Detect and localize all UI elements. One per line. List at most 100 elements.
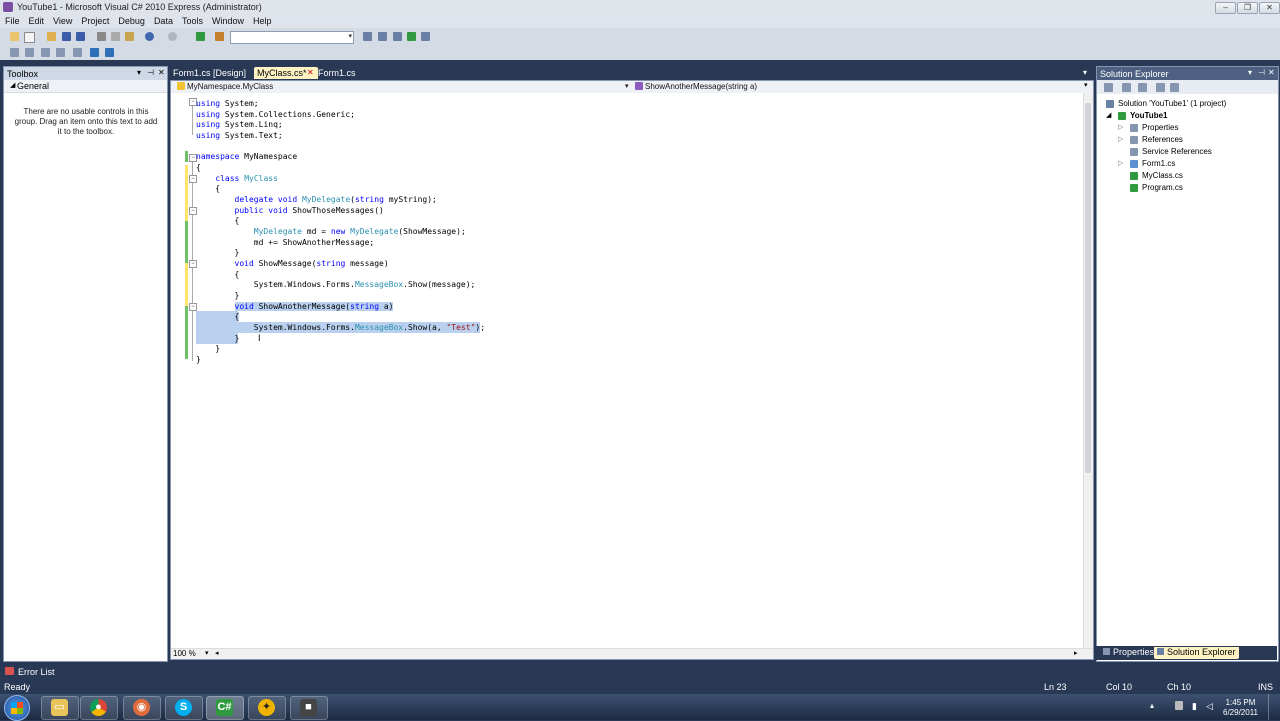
tab-form1-design[interactable]: Form1.cs [Design] [170,67,249,79]
object-browser-icon[interactable] [393,32,402,41]
media-icon: ◉ [133,699,150,716]
properties-icon[interactable] [378,32,387,41]
start-button[interactable] [4,695,30,721]
expand-triangle-icon[interactable]: ▷ [1118,135,1123,143]
tab-overflow-icon[interactable]: ▾ [1083,68,1087,77]
show-hidden-icons-icon[interactable]: ▴ [1150,701,1154,710]
copy-icon[interactable] [111,32,120,41]
close-button[interactable]: ✕ [1259,2,1280,14]
member-dropdown[interactable]: ShowAnotherMessage(string a) [635,82,1083,92]
outdent-icon[interactable] [10,48,19,57]
show-desktop-button[interactable] [1268,694,1280,720]
tab-properties[interactable]: Properties [1100,647,1157,659]
undo-icon[interactable] [145,32,154,41]
tab-form1-code[interactable]: Form1.cs [315,67,359,79]
zoom-level[interactable]: 100 % [173,649,196,658]
menu-help[interactable]: Help [248,14,276,26]
tray-icon[interactable] [1175,701,1183,710]
tree-item-properties[interactable]: Properties [1142,123,1178,132]
taskbar-skype[interactable]: S [165,696,203,720]
volume-icon[interactable]: ◁ [1206,701,1213,712]
tree-item-project[interactable]: YouTube1 [1130,111,1167,120]
scrollbar-thumb[interactable] [1085,103,1091,473]
solution-configuration-dropdown[interactable]: ▾ [230,31,354,44]
add-item-icon[interactable] [24,32,35,43]
taskbar-recorder[interactable]: ■ [290,696,328,720]
new-project-icon[interactable] [10,32,19,41]
code-line-selected: System.Windows.Forms.MessageBox.Show(a, … [196,323,486,332]
save-icon[interactable] [62,32,71,41]
tree-item-myclass[interactable]: MyClass.cs [1142,171,1183,180]
menu-window[interactable]: Window [207,14,248,26]
format-icon[interactable] [41,48,50,57]
refresh-icon[interactable] [1138,83,1147,92]
menu-file[interactable]: File [0,14,24,26]
start-debugging-icon[interactable] [196,32,205,41]
menu-bar: File Edit View Project Debug Data Tools Window H… [0,14,1280,28]
close-panel-icon[interactable]: ✕ [158,68,165,77]
taskbar-app-figure[interactable]: ✦ [248,696,286,720]
taskbar-media[interactable]: ◉ [123,696,161,720]
toolbox-group-general[interactable]: ◢ General [4,80,167,93]
taskbar-chrome[interactable]: ● [80,696,118,720]
split-icon[interactable]: ▾ [1084,81,1088,89]
align-icon[interactable] [73,48,82,57]
comment-icon[interactable] [90,48,99,57]
maximize-button[interactable]: ❐ [1237,2,1258,14]
indent-icon[interactable] [25,48,34,57]
uncomment-icon[interactable] [105,48,114,57]
font-size-icon[interactable] [56,48,65,57]
collapse-triangle-icon[interactable]: ◢ [1106,111,1111,119]
menu-tools[interactable]: Tools [177,14,207,26]
tree-item-references[interactable]: References [1142,135,1183,144]
properties-icon[interactable] [1104,83,1113,92]
menu-edit[interactable]: Edit [24,14,49,26]
show-all-files-icon[interactable] [1122,83,1131,92]
toolbox-icon[interactable] [407,32,416,41]
pin-dropdown-icon[interactable]: ▾ [137,68,141,77]
view-code-icon[interactable] [1156,83,1165,92]
pin-icon[interactable]: ⊣ [147,68,154,77]
save-all-icon[interactable] [76,32,85,41]
close-tab-icon[interactable]: ✕ [307,68,314,77]
start-page-icon[interactable] [421,32,430,41]
open-folder-icon[interactable] [47,32,56,41]
type-dropdown[interactable]: MyNamespace.MyClass ▾ [177,82,631,92]
network-icon[interactable]: ▮ [1192,701,1197,712]
tree-item-form1[interactable]: Form1.cs [1142,159,1175,168]
menu-debug[interactable]: Debug [113,14,149,26]
tree-item-solution[interactable]: Solution 'YouTube1' (1 project) [1118,99,1226,108]
taskbar-explorer[interactable]: ▭ [41,696,79,720]
menu-data[interactable]: Data [149,14,177,26]
expand-triangle-icon[interactable]: ▷ [1118,123,1123,131]
taskbar-visual-csharp[interactable]: C# [206,696,244,720]
code-line: { [196,163,201,172]
tree-item-service-references[interactable]: Service References [1142,147,1212,156]
expand-triangle-icon[interactable]: ▷ [1118,159,1123,167]
redo-icon[interactable] [168,32,177,41]
menu-view[interactable]: View [48,14,76,26]
pin-icon[interactable]: ⊣ [1258,68,1265,77]
view-designer-icon[interactable] [1170,83,1179,92]
solution-explorer-icon[interactable] [363,32,372,41]
menu-project[interactable]: Project [76,14,113,26]
taskbar-clock[interactable]: 1:45 PM 6/29/2011 [1223,698,1258,718]
cs-file-icon [1130,184,1138,192]
scroll-left-icon[interactable]: ◂ [215,649,219,657]
paste-icon[interactable] [125,32,134,41]
pin-dropdown-icon[interactable]: ▾ [1248,68,1252,77]
close-panel-icon[interactable]: ✕ [1268,68,1275,77]
change-indicator [185,165,188,221]
find-icon[interactable] [215,32,224,41]
code-area[interactable]: − − − − − − using System; using System.C… [171,93,1083,649]
scroll-right-icon[interactable]: ▸ [1074,649,1078,657]
chevron-down-icon[interactable]: ▾ [205,649,209,657]
code-editor: MyNamespace.MyClass ▾ ShowAnotherMessage… [170,80,1094,660]
tab-solution-explorer[interactable]: Solution Explorer [1154,647,1239,659]
vertical-scrollbar[interactable] [1083,93,1093,649]
error-list-tab[interactable]: Error List [0,664,1280,678]
tree-item-program[interactable]: Program.cs [1142,183,1183,192]
minimize-button[interactable]: – [1215,2,1236,14]
chevron-down-icon: ▾ [625,83,629,90]
cut-icon[interactable] [97,32,106,41]
